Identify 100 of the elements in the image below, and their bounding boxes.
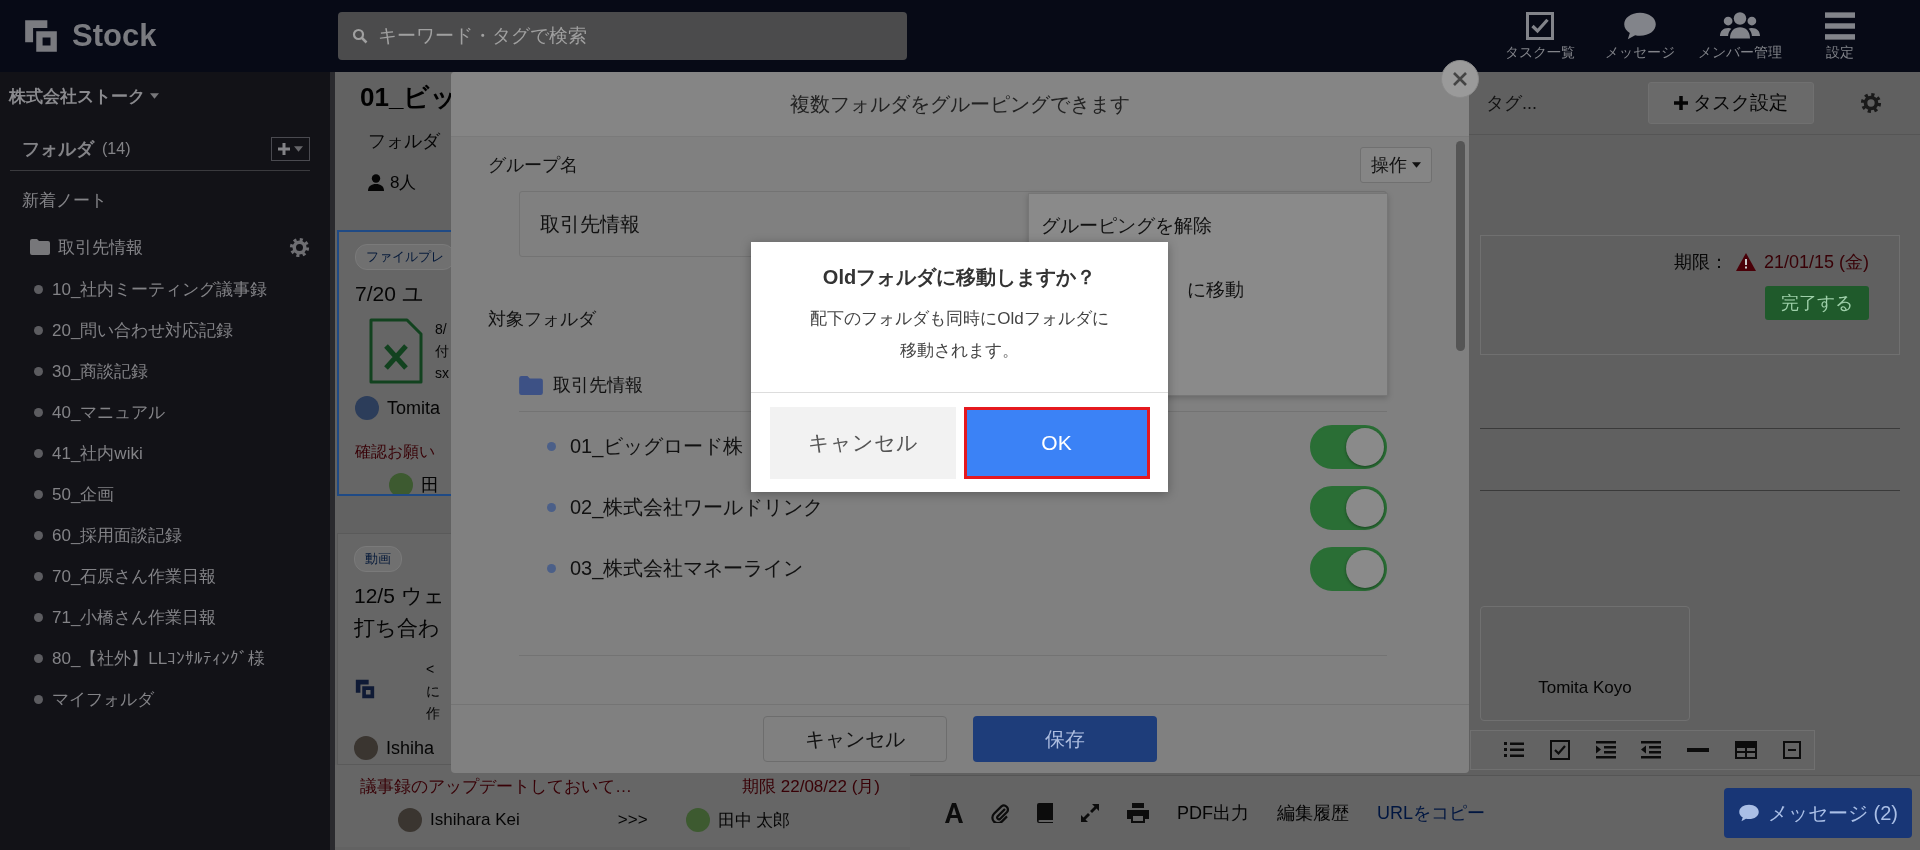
task-settings-button[interactable]: タスク設定: [1648, 82, 1814, 124]
logo-text: Stock: [72, 18, 157, 54]
sidebar-link[interactable]: 新着ノート: [22, 191, 107, 210]
nav-item[interactable]: タスク一覧: [1490, 10, 1590, 62]
cancel-button[interactable]: キャンセル: [769, 406, 956, 479]
bullet-icon: [34, 285, 43, 294]
plus-icon: [1674, 96, 1688, 110]
checkbox-icon: [1525, 10, 1555, 41]
sidebar-item[interactable]: 取引先情報: [58, 235, 143, 259]
settings-icon[interactable]: [1860, 92, 1882, 114]
due-date: 21/01/15 (金): [1763, 251, 1869, 274]
paperclip-icon[interactable]: [991, 803, 1009, 823]
dialog-title: 複数フォルダをグルーピングできます: [790, 91, 1130, 117]
requester-name: Ishihara Kei: [430, 810, 520, 830]
sidebar-item[interactable]: 71_小橋さん作業日報: [52, 606, 217, 629]
sidebar-item[interactable]: 60_採用面談記録: [52, 524, 183, 547]
search-field[interactable]: キーワード・タグで検索: [338, 12, 907, 60]
plus-icon: [278, 143, 290, 155]
indent-icon[interactable]: [1595, 741, 1616, 759]
search-icon: [352, 28, 368, 44]
copy-url-link[interactable]: URLをコピー: [1377, 801, 1485, 825]
user-card: Tomita Koyo: [1480, 606, 1690, 721]
preview-text: sx: [435, 364, 449, 383]
nav-item[interactable]: メッセージ: [1590, 10, 1690, 62]
sidebar-item[interactable]: 10_社内ミーティング議事録: [52, 278, 268, 301]
person-icon: [368, 174, 384, 191]
nav-item[interactable]: 設定: [1790, 10, 1890, 62]
sidebar-item[interactable]: 40_マニュアル: [52, 401, 166, 424]
field-label: グループ名: [488, 154, 578, 177]
tag-field[interactable]: タグ...: [1486, 91, 1537, 115]
preview-text: に: [426, 682, 440, 701]
folder-icon: [30, 239, 50, 255]
folder-name: 03_株式会社マネーライン: [570, 556, 804, 582]
complete-button[interactable]: 完了する: [1765, 286, 1869, 320]
bullet-icon: [34, 490, 43, 499]
sidebar-item[interactable]: 50_企画: [52, 483, 115, 506]
bullet-icon: [34, 695, 43, 704]
toggle-switch[interactable]: [1310, 546, 1387, 591]
spreadsheet-file-icon: [369, 318, 423, 384]
logo-icon: [22, 17, 60, 55]
chat-bubble-icon: [1738, 804, 1760, 822]
folder-title: 01_ビッ: [360, 81, 458, 114]
menu-icon: [1823, 10, 1857, 41]
bullet-icon: [34, 408, 43, 417]
folder-icon: [519, 375, 543, 395]
close-icon: [1453, 72, 1467, 86]
toolbar-action[interactable]: 編集履歴: [1277, 801, 1349, 825]
sidebar-item[interactable]: 70_石原さん作業日報: [52, 565, 217, 588]
bullet-icon: [34, 367, 43, 376]
avatar: [354, 736, 378, 760]
section-title: フォルダ: [22, 138, 94, 161]
preview-text: 作: [426, 704, 440, 723]
toolbar-action[interactable]: PDF出力: [1177, 801, 1249, 825]
workspace-menu[interactable]: 株式会社ストーク: [0, 84, 159, 108]
caret-icon: [294, 146, 303, 152]
menu-item[interactable]: グルーピングを解除: [1041, 213, 1212, 239]
nav-item[interactable]: メンバー管理: [1690, 10, 1790, 62]
toggle-switch[interactable]: [1310, 424, 1387, 469]
outdent-icon[interactable]: [1641, 741, 1662, 759]
expand-icon[interactable]: [1081, 804, 1099, 822]
ok-button[interactable]: OK: [963, 406, 1150, 479]
sidebar-item[interactable]: 41_社内wiki: [52, 442, 143, 465]
collapse-icon[interactable]: [1783, 741, 1801, 759]
sidebar-item[interactable]: 80_【社外】LLｺﾝｻﾙﾃｨﾝｸﾞ様: [52, 647, 266, 670]
menu-item[interactable]: に移動: [1187, 277, 1244, 303]
add-menu-button[interactable]: [271, 137, 310, 161]
avatar: [398, 808, 422, 832]
message-button[interactable]: メッセージ (2): [1724, 788, 1912, 838]
bullet-icon: [547, 442, 556, 451]
chat-bubble-icon: [1623, 10, 1657, 41]
settings-icon[interactable]: [289, 236, 310, 258]
due-date: 期限 22/08/22 (月): [742, 776, 880, 798]
people-icon: [1720, 10, 1760, 41]
table-icon[interactable]: [1735, 741, 1758, 759]
numbered-list-icon[interactable]: [1503, 741, 1524, 759]
note-title: 打ち合わ: [354, 615, 440, 641]
task-comment: 確認お願い: [355, 442, 435, 462]
avatar: [389, 473, 413, 494]
folder-description: フォルダ: [368, 130, 440, 153]
task-text: 議事録のアップデートしておいて…: [360, 776, 632, 798]
book-icon[interactable]: [1037, 803, 1053, 823]
caret-icon: [1412, 162, 1421, 168]
note-title: 12/5 ウェ: [354, 583, 445, 609]
sidebar-item[interactable]: 30_商談記録: [52, 360, 149, 383]
toggle-switch[interactable]: [1310, 485, 1387, 530]
font-icon[interactable]: [945, 803, 963, 823]
preview-text: 付: [435, 342, 449, 361]
actions-dropdown[interactable]: 操作: [1360, 147, 1432, 183]
printer-icon[interactable]: [1127, 803, 1149, 823]
checkbox-icon[interactable]: [1549, 740, 1570, 760]
author-name: Ishiha: [386, 737, 435, 759]
member-count[interactable]: 8人: [390, 171, 417, 194]
sidebar-item[interactable]: 20_問い合わせ対応記録: [52, 319, 234, 342]
scrollbar[interactable]: [1456, 141, 1465, 351]
save-button[interactable]: 保存: [973, 716, 1157, 762]
assignee-name: 田中 太郎: [717, 809, 791, 832]
sidebar-item[interactable]: マイフォルダ: [52, 688, 154, 711]
folder-count: (14): [102, 140, 131, 158]
cancel-button[interactable]: キャンセル: [763, 716, 947, 762]
warning-icon: [1735, 253, 1756, 271]
